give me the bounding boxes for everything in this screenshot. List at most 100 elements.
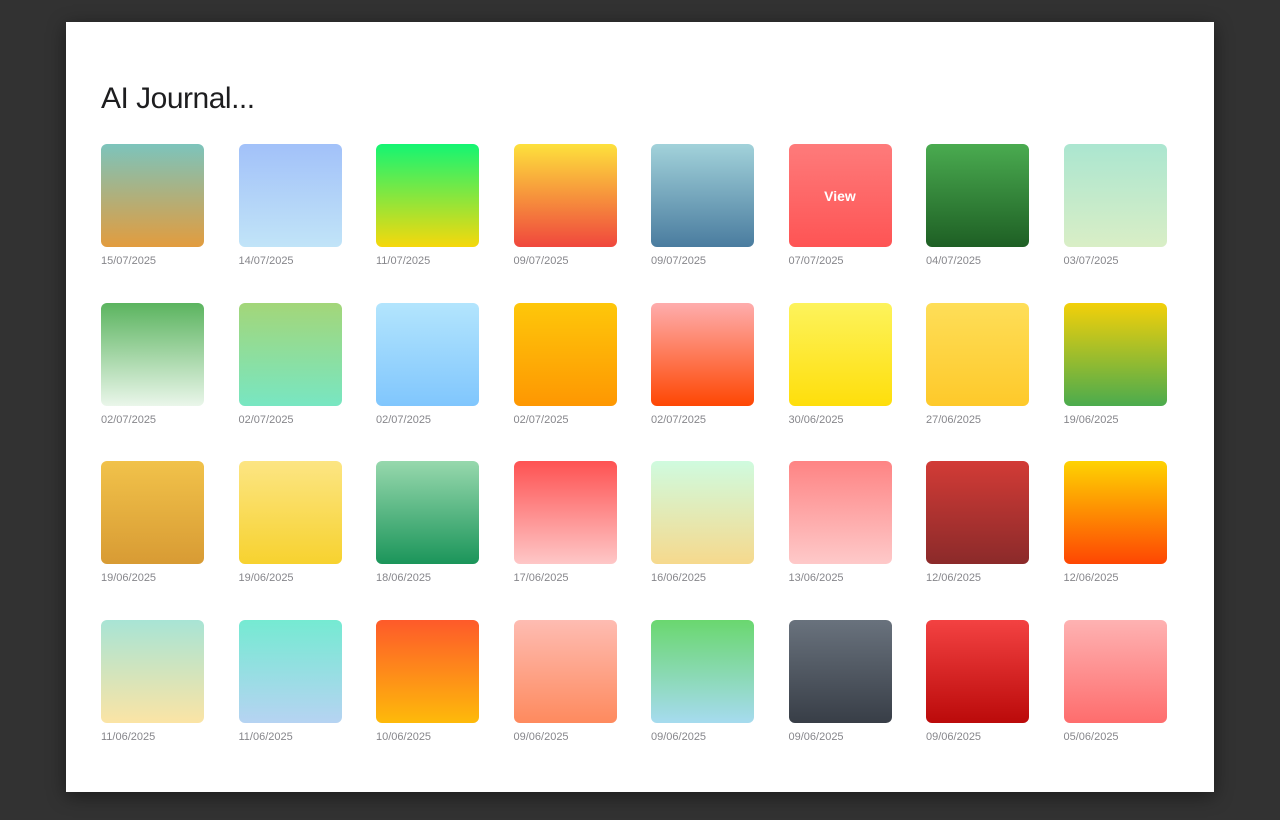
page-title: AI Journal...	[101, 82, 255, 115]
entry-thumbnail[interactable]: View	[376, 619, 479, 723]
entry-thumbnail[interactable]: View	[926, 619, 1029, 723]
entry-thumbnail[interactable]: View	[376, 461, 479, 564]
entry-thumbnail[interactable]: View	[1063, 144, 1167, 247]
entry-date: 03/07/2025	[1063, 255, 1119, 267]
entry-date: 02/07/2025	[651, 413, 707, 426]
journal-entry-card[interactable]: View 09/06/2025	[788, 619, 892, 779]
journal-entry-card[interactable]: View 11/06/2025	[101, 619, 204, 779]
entry-thumbnail[interactable]: View	[651, 461, 754, 564]
view-label[interactable]: View	[789, 144, 892, 247]
entry-date: 11/06/2025	[101, 730, 156, 743]
entry-date: 13/06/2025	[788, 572, 844, 584]
entry-thumbnail[interactable]: View	[238, 619, 342, 723]
journal-entry-card[interactable]: View 19/06/2025	[238, 461, 342, 620]
journal-entry-card[interactable]: View 30/06/2025	[788, 302, 892, 462]
journal-entry-card[interactable]: View 02/07/2025	[238, 302, 342, 462]
journal-entry-grid: View 15/07/2025 View 14/07/2025 View 11/…	[101, 144, 1167, 778]
journal-entry-card[interactable]: View 04/07/2025	[926, 144, 1029, 303]
journal-entry-card[interactable]: View 27/06/2025	[926, 302, 1029, 462]
entry-date: 05/06/2025	[1063, 730, 1119, 743]
entry-date: 09/06/2025	[513, 730, 569, 743]
entry-date: 12/06/2025	[1063, 572, 1119, 584]
journal-entry-card[interactable]: View 18/06/2025	[376, 461, 479, 620]
entry-thumbnail[interactable]: View	[513, 144, 617, 247]
entry-thumbnail[interactable]: View	[926, 461, 1029, 564]
entry-date: 02/07/2025	[238, 413, 294, 426]
entry-thumbnail[interactable]: View	[651, 619, 754, 723]
entry-thumbnail[interactable]: View	[1063, 302, 1167, 406]
entry-thumbnail[interactable]: View	[238, 302, 342, 406]
entry-thumbnail[interactable]: View	[101, 461, 204, 564]
entry-date: 11/06/2025	[238, 730, 293, 743]
entry-thumbnail[interactable]: View	[926, 302, 1029, 406]
entry-thumbnail[interactable]: View	[1063, 461, 1167, 564]
entry-thumbnail[interactable]: View	[101, 302, 204, 406]
entry-thumbnail[interactable]: View	[788, 302, 892, 406]
entry-date: 09/07/2025	[651, 255, 707, 267]
entry-date: 19/06/2025	[238, 572, 294, 584]
entry-thumbnail[interactable]: View	[788, 619, 892, 723]
entry-date: 19/06/2025	[1063, 413, 1119, 426]
journal-entry-card[interactable]: View 09/07/2025	[513, 144, 617, 303]
entry-thumbnail[interactable]: View	[513, 302, 617, 406]
entry-thumbnail[interactable]: View	[513, 619, 617, 723]
entry-thumbnail[interactable]: View	[238, 144, 342, 247]
journal-entry-card[interactable]: View 14/07/2025	[238, 144, 342, 303]
entry-thumbnail[interactable]: View	[513, 461, 617, 564]
entry-thumbnail[interactable]: View	[1063, 619, 1167, 723]
journal-entry-card[interactable]: View 11/07/2025	[376, 144, 479, 303]
entry-date: 07/07/2025	[788, 255, 844, 267]
entry-thumbnail[interactable]: View	[788, 144, 892, 247]
entry-date: 04/07/2025	[926, 255, 982, 267]
entry-date: 14/07/2025	[238, 255, 294, 267]
journal-entry-card[interactable]: View 13/06/2025	[788, 461, 892, 620]
journal-entry-card[interactable]: View 09/06/2025	[651, 619, 754, 779]
journal-entry-card[interactable]: View 16/06/2025	[651, 461, 754, 620]
entry-thumbnail[interactable]: View	[376, 144, 479, 247]
entry-thumbnail[interactable]: View	[926, 144, 1029, 247]
entry-thumbnail[interactable]: View	[101, 619, 204, 723]
entry-date: 19/06/2025	[101, 572, 157, 584]
journal-entry-card[interactable]: View 09/06/2025	[926, 619, 1029, 779]
journal-entry-card[interactable]: View 07/07/2025	[788, 144, 892, 303]
entry-date: 09/06/2025	[788, 730, 844, 743]
journal-entry-card[interactable]: View 15/07/2025	[101, 144, 204, 303]
journal-entry-card[interactable]: View 02/07/2025	[376, 302, 479, 462]
entry-date: 02/07/2025	[513, 413, 569, 426]
journal-entry-card[interactable]: View 09/06/2025	[513, 619, 617, 779]
entry-date: 17/06/2025	[513, 572, 569, 584]
entry-date: 09/06/2025	[926, 730, 982, 743]
entry-date: 10/06/2025	[376, 730, 432, 743]
journal-window: AI Journal... View 15/07/2025 View 14/07…	[66, 22, 1214, 792]
journal-entry-card[interactable]: View 11/06/2025	[238, 619, 342, 779]
journal-entry-card[interactable]: View 12/06/2025	[1063, 461, 1167, 620]
entry-date: 02/07/2025	[376, 413, 432, 426]
entry-thumbnail[interactable]: View	[651, 302, 754, 406]
entry-date: 02/07/2025	[101, 413, 157, 426]
journal-entry-card[interactable]: View 19/06/2025	[101, 461, 204, 620]
entry-thumbnail[interactable]: View	[651, 144, 754, 247]
entry-date: 16/06/2025	[651, 572, 707, 584]
journal-entry-card[interactable]: View 05/06/2025	[1063, 619, 1167, 779]
entry-date: 30/06/2025	[788, 413, 844, 426]
entry-thumbnail[interactable]: View	[376, 302, 479, 406]
entry-date: 18/06/2025	[376, 572, 432, 584]
entry-thumbnail[interactable]: View	[788, 461, 892, 564]
journal-entry-card[interactable]: View 02/07/2025	[651, 302, 754, 462]
entry-date: 27/06/2025	[926, 413, 982, 426]
journal-entry-card[interactable]: View 17/06/2025	[513, 461, 617, 620]
entry-date: 09/07/2025	[513, 255, 569, 267]
entry-date: 11/07/2025	[376, 255, 431, 267]
journal-entry-card[interactable]: View 10/06/2025	[376, 619, 479, 779]
entry-date: 12/06/2025	[926, 572, 982, 584]
journal-entry-card[interactable]: View 09/07/2025	[651, 144, 754, 303]
journal-entry-card[interactable]: View 12/06/2025	[926, 461, 1029, 620]
entry-thumbnail[interactable]: View	[238, 461, 342, 564]
entry-thumbnail[interactable]: View	[101, 144, 204, 247]
journal-entry-card[interactable]: View 02/07/2025	[513, 302, 617, 462]
entry-date: 09/06/2025	[651, 730, 707, 743]
journal-entry-card[interactable]: View 19/06/2025	[1063, 302, 1167, 462]
entry-date: 15/07/2025	[101, 255, 157, 267]
journal-entry-card[interactable]: View 02/07/2025	[101, 302, 204, 462]
journal-entry-card[interactable]: View 03/07/2025	[1063, 144, 1167, 303]
